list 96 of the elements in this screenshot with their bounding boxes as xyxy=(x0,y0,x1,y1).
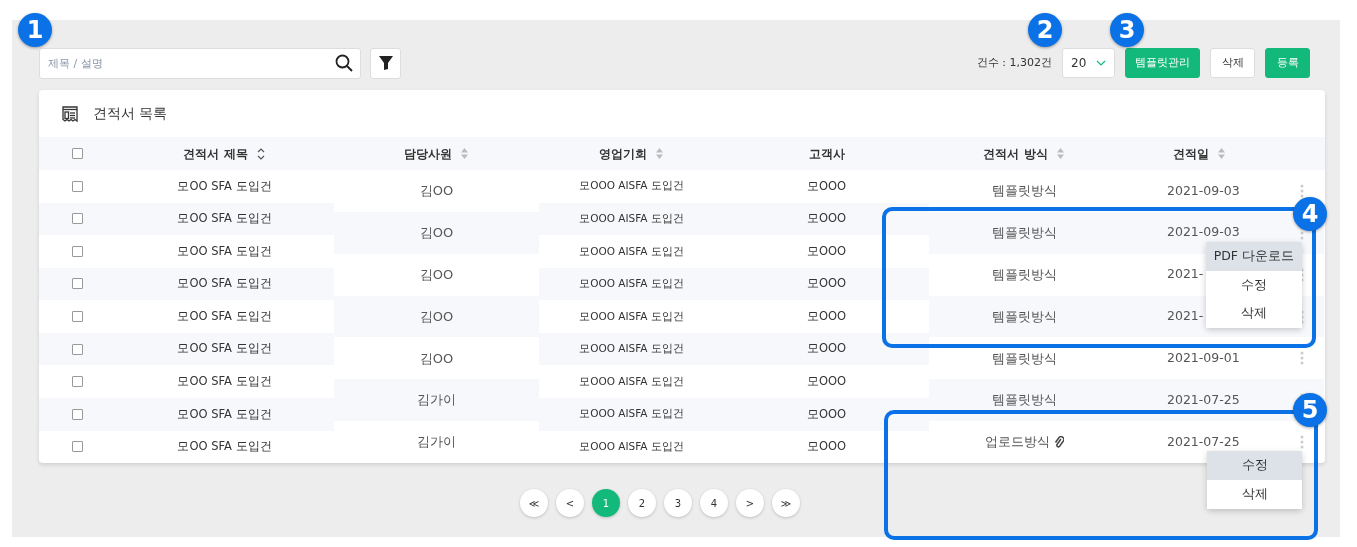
row-checkbox[interactable] xyxy=(71,441,83,453)
table-cell: 모OOO xyxy=(806,373,847,391)
sort-icon[interactable] xyxy=(655,147,664,160)
table-cell: 모OOO AISFA 도입건 xyxy=(579,341,684,357)
page-button[interactable]: < xyxy=(556,489,584,517)
menu-item[interactable]: 삭제 xyxy=(1205,299,1302,329)
table-cell-text: 모OO SFA 도입건 xyxy=(177,307,272,325)
table-cell: 모OOO xyxy=(806,405,847,423)
sort-icon[interactable] xyxy=(1216,147,1226,160)
page-button[interactable]: 3 xyxy=(664,489,692,517)
table-cell: 모OO SFA 도입건 xyxy=(177,340,272,358)
chevron-down-icon xyxy=(1096,60,1106,66)
annotation-marker: 3 xyxy=(1110,13,1144,47)
table-cell-text: 모OOO xyxy=(806,242,847,260)
annotation-marker: 1 xyxy=(18,13,52,47)
table-cell-text: 김OO xyxy=(419,307,454,326)
row-checkbox[interactable] xyxy=(71,245,83,257)
action-button[interactable]: 삭제 xyxy=(1210,48,1255,78)
table-cell: 모OO SFA 도입건 xyxy=(177,210,272,228)
table-cell-text: 모OOO AISFA 도입건 xyxy=(579,438,684,454)
table-cell-text: 모OOO AISFA 도입건 xyxy=(579,178,684,194)
table-cell-text: 모OO SFA 도입건 xyxy=(177,242,272,260)
record-count: 건수 : 1,302건 xyxy=(976,54,1052,71)
table-cell-text: 템플릿방식 xyxy=(991,349,1057,368)
table-cell: 2021- xyxy=(1167,307,1204,326)
more-icon[interactable] xyxy=(1299,267,1304,282)
table-cell: 2021- xyxy=(1167,265,1204,284)
table-cell: 모OOO xyxy=(806,275,847,293)
row-checkbox[interactable] xyxy=(71,311,83,323)
table-cell-text: 모OOO AISFA 도입건 xyxy=(579,210,684,226)
table-cell-text: 2021-07-25 xyxy=(1167,390,1240,409)
table-cell-text: 김OO xyxy=(419,182,454,201)
table-cell: 모OOO xyxy=(806,177,847,195)
table-cell-text: 김OO xyxy=(419,349,454,368)
filter-button[interactable] xyxy=(370,47,401,79)
table-cell: 모OOO xyxy=(806,438,847,456)
menu-item[interactable]: 수정 xyxy=(1205,270,1302,300)
page-button[interactable]: ≫ xyxy=(772,489,800,517)
table-cell-text: 템플릿방식 xyxy=(991,265,1057,284)
more-icon[interactable] xyxy=(1299,309,1304,324)
receipt-icon xyxy=(61,104,79,123)
table-cell-text: 모OOO AISFA 도입건 xyxy=(579,243,684,259)
table-cell-text: 2021-07-25 xyxy=(1167,432,1240,451)
table-cell: 모OO SFA 도입건 xyxy=(177,405,272,423)
table-cell-text: 김가이 xyxy=(417,433,456,452)
row-checkbox[interactable] xyxy=(71,180,83,192)
select-all-checkbox[interactable] xyxy=(71,148,83,159)
table-cell-text: 템플릿방식 xyxy=(991,182,1057,201)
row-checkbox[interactable] xyxy=(71,376,83,388)
menu-item[interactable]: PDF 다운로드 xyxy=(1205,241,1302,271)
sort-chevron-icon[interactable] xyxy=(255,146,266,161)
annotation-marker: 2 xyxy=(1028,13,1062,47)
row-checkbox[interactable] xyxy=(71,408,83,420)
row-checkbox[interactable] xyxy=(71,278,83,290)
table-cell-text: 업로드방식 xyxy=(984,433,1050,452)
table-cell-text: 템플릿방식 xyxy=(991,391,1057,410)
table-cell: 모OO SFA 도입건 xyxy=(177,438,272,456)
table-cell: 모OOO AISFA 도입건 xyxy=(579,276,684,292)
column-header[interactable]: 영업기회 xyxy=(599,144,647,163)
page-size-select[interactable]: 20 xyxy=(1062,48,1115,78)
table-cell: 모OO SFA 도입건 xyxy=(177,373,272,391)
table-cell-text: 템플릿방식 xyxy=(991,307,1057,326)
table-cell: 모OO SFA 도입건 xyxy=(177,275,272,293)
table-cell-text: 템플릿방식 xyxy=(991,224,1057,243)
table-cell-text: 모OOO AISFA 도입건 xyxy=(579,373,684,389)
search-field[interactable]: 제목 / 설명 xyxy=(39,47,361,79)
sort-icon[interactable] xyxy=(1055,147,1065,160)
row-checkbox[interactable] xyxy=(71,213,83,225)
column-header[interactable]: 견적일 xyxy=(1172,144,1209,163)
table-cell-text: 2021-09-01 xyxy=(1167,349,1240,367)
row-checkbox[interactable] xyxy=(71,343,83,355)
table-cell-text: 모OOO AISFA 도입건 xyxy=(579,406,684,422)
column-header: 고객사 xyxy=(808,145,845,163)
search-icon xyxy=(335,53,353,72)
column-header[interactable]: 담당사원 xyxy=(404,144,452,163)
page-button[interactable]: 4 xyxy=(700,489,728,517)
card-title: 견적서 목록 xyxy=(93,104,168,123)
table-cell-text: 김OO xyxy=(419,224,454,243)
menu-item[interactable]: 삭제 xyxy=(1207,479,1302,509)
table-cell-text: 김OO xyxy=(419,265,454,284)
table-cell-text: 2021-09-03 xyxy=(1167,223,1240,242)
table-cell-text: 김가이 xyxy=(417,391,456,410)
table-cell: 모OOO xyxy=(806,340,847,358)
page-button[interactable]: > xyxy=(736,489,764,517)
page-button[interactable]: ≪ xyxy=(520,489,548,517)
sort-icon[interactable] xyxy=(460,147,469,160)
table-cell: 모OOO xyxy=(806,210,847,228)
table-cell: 모OO SFA 도입건 xyxy=(177,177,272,195)
filter-icon xyxy=(377,55,394,71)
page-button[interactable]: 2 xyxy=(628,489,656,517)
column-header[interactable]: 견적서 방식 xyxy=(983,144,1048,163)
table-cell-text: 2021-09-03 xyxy=(1167,181,1240,200)
table-cell-text: 모OOO xyxy=(806,307,847,325)
menu-item[interactable]: 수정 xyxy=(1207,451,1302,480)
table-cell-text: 모OOO AISFA 도입건 xyxy=(579,308,684,324)
column-header[interactable]: 견적서 제목 xyxy=(183,144,248,163)
